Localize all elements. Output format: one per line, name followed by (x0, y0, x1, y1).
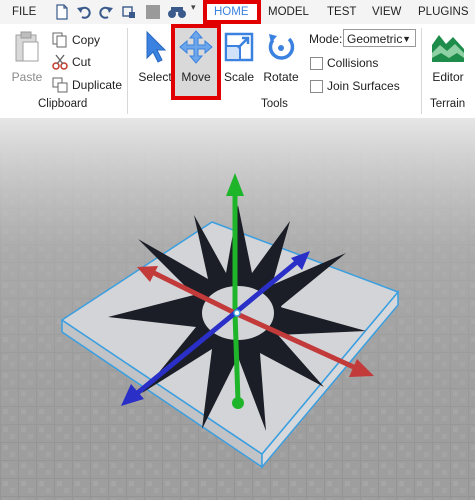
tab-plugins[interactable]: PLUGINS (418, 0, 469, 24)
collisions-label: Collisions (327, 56, 379, 70)
viewport-scene (0, 118, 475, 500)
duplicate-button[interactable]: Duplicate (52, 75, 124, 95)
home-tab-highlight (203, 0, 261, 24)
duplicate-icon (52, 77, 68, 93)
rotate-button[interactable]: Rotate (261, 30, 301, 85)
terrain-editor-icon (432, 35, 464, 62)
copy-label: Copy (72, 33, 101, 47)
binoculars-icon[interactable] (167, 4, 187, 20)
paste-button[interactable]: Paste (8, 30, 46, 85)
menu-bar: FILE ▾ HOME MODEL TEST VIEW PLUGINS (0, 0, 475, 25)
terrain-group-label: Terrain (430, 98, 466, 110)
rotate-icon (268, 34, 295, 60)
scale-button[interactable]: Scale (220, 30, 258, 85)
quick-access-dropdown-icon[interactable]: ▾ (191, 2, 196, 13)
rotate-label: Rotate (263, 70, 299, 84)
y-axis-handle-down[interactable] (232, 312, 241, 402)
tab-test[interactable]: TEST (327, 0, 356, 24)
terrain-editor-button[interactable]: Editor (426, 30, 470, 85)
scale-icon (224, 32, 254, 62)
ribbon-separator (127, 28, 128, 114)
mode-select[interactable]: Geometric ▼ (343, 29, 416, 47)
mode-label: Mode: (309, 32, 343, 46)
chevron-down-icon: ▼ (402, 34, 411, 44)
select-button[interactable]: Select (136, 30, 174, 85)
redo-icon[interactable] (98, 4, 114, 20)
join-surfaces-label: Join Surfaces (327, 79, 400, 93)
scale-label: Scale (223, 70, 255, 84)
file-icon[interactable] (54, 4, 70, 20)
select-cursor-icon (146, 30, 167, 63)
undo-icon[interactable] (76, 4, 92, 20)
ribbon-separator (421, 28, 422, 114)
select-label: Select (138, 70, 172, 84)
copy-button[interactable]: Copy (52, 30, 124, 50)
mode-select-value: Geometric (347, 32, 403, 46)
tools-group-label: Tools (261, 98, 288, 110)
screenshot-icon[interactable] (121, 4, 137, 20)
terrain-editor-label: Editor (432, 70, 464, 84)
paste-label: Paste (11, 70, 43, 84)
collisions-toggle[interactable]: Collisions (309, 54, 419, 72)
duplicate-label: Duplicate (72, 78, 123, 92)
clipboard-group-label: Clipboard (38, 98, 88, 110)
paste-icon (15, 31, 39, 62)
tab-model[interactable]: MODEL (268, 0, 309, 24)
join-surfaces-toggle[interactable]: Join Surfaces (309, 77, 419, 95)
tab-view[interactable]: VIEW (372, 0, 401, 24)
join-surfaces-checkbox[interactable] (310, 80, 323, 93)
cut-button[interactable]: Cut (52, 52, 124, 72)
stop-icon[interactable] (146, 5, 160, 19)
move-button-highlight (171, 24, 221, 100)
cut-icon (52, 54, 68, 70)
viewport-3d[interactable] (0, 118, 475, 500)
menu-file[interactable]: FILE (12, 0, 36, 24)
pivot-point (233, 309, 241, 317)
copy-icon (52, 32, 67, 48)
cut-label: Cut (72, 55, 91, 69)
collisions-checkbox[interactable] (310, 57, 323, 70)
